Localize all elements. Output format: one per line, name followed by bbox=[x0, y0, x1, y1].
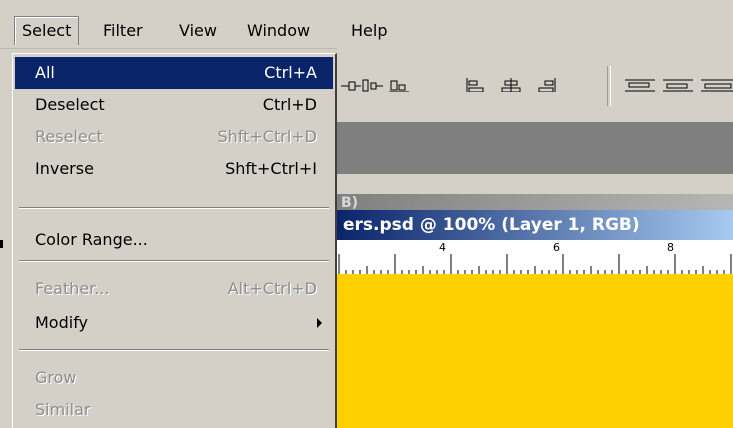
menu-item-deselect[interactable]: Deselect Ctrl+D bbox=[15, 89, 333, 121]
ruler-label-4: 4 bbox=[439, 241, 446, 254]
menu-help[interactable]: Help bbox=[344, 17, 394, 45]
menu-item-all[interactable]: All Ctrl+A bbox=[15, 57, 333, 89]
menu-item-reselect[interactable]: Reselect Shft+Ctrl+D bbox=[15, 121, 333, 153]
menu-item-label: Deselect bbox=[35, 95, 105, 114]
menu-item-color-range[interactable]: Color Range... bbox=[15, 224, 333, 256]
workspace-background bbox=[337, 122, 733, 174]
distribute-icons[interactable] bbox=[625, 78, 733, 92]
menu-item-label: Modify bbox=[35, 313, 89, 332]
menu-item-shortcut: Shft+Ctrl+D bbox=[217, 127, 317, 146]
toolbar-separator bbox=[607, 66, 611, 106]
menu-bar: Select Filter View Window Help bbox=[0, 0, 733, 49]
menu-item-feather[interactable]: Feather... Alt+Ctrl+D bbox=[15, 273, 333, 305]
menu-select[interactable]: Select bbox=[14, 16, 80, 45]
menu-item-shortcut: Shft+Ctrl+I bbox=[225, 159, 317, 178]
menu-item-inverse[interactable]: Inverse Shft+Ctrl+I bbox=[15, 153, 333, 185]
menu-item-label: Color Range... bbox=[35, 230, 148, 249]
menu-item-grow[interactable]: Grow bbox=[15, 362, 333, 394]
menu-item-label: Inverse bbox=[35, 159, 94, 178]
image-canvas[interactable] bbox=[337, 274, 733, 428]
menu-item-shortcut: Ctrl+D bbox=[262, 95, 317, 114]
align-edges-icons[interactable] bbox=[465, 78, 595, 92]
menu-separator bbox=[19, 207, 329, 209]
menu-item-label: All bbox=[35, 63, 55, 82]
menu-item-label: Grow bbox=[35, 368, 77, 387]
document-title-bar[interactable]: ers.psd @ 100% (Layer 1, RGB) bbox=[337, 210, 733, 240]
menu-item-shortcut: Alt+Ctrl+D bbox=[227, 279, 317, 298]
menu-item-modify[interactable]: Modify bbox=[15, 307, 333, 339]
select-dropdown-menu: All Ctrl+A Deselect Ctrl+D Reselect Shft… bbox=[12, 53, 337, 428]
menu-item-label: Similar bbox=[35, 400, 91, 419]
menu-separator bbox=[19, 349, 329, 351]
ruler-label-8: 8 bbox=[667, 241, 674, 254]
menu-item-label: Reselect bbox=[35, 127, 103, 146]
submenu-arrow-icon bbox=[317, 318, 322, 328]
options-toolbar bbox=[337, 48, 733, 122]
menu-filter[interactable]: Filter bbox=[96, 17, 150, 45]
horizontal-ruler[interactable]: 4 6 8 bbox=[337, 240, 733, 275]
document-window: ers.psd @ 100% (Layer 1, RGB) 4 6 8 bbox=[337, 210, 733, 428]
menu-item-shortcut: Ctrl+A bbox=[264, 63, 317, 82]
menu-separator bbox=[19, 260, 329, 262]
menu-window[interactable]: Window bbox=[240, 17, 317, 45]
window-edge-mark bbox=[0, 240, 3, 248]
menu-view[interactable]: View bbox=[172, 17, 224, 45]
inactive-document-window[interactable]: B) bbox=[337, 174, 733, 212]
ruler-label-6: 6 bbox=[553, 241, 560, 254]
align-distribute-icons[interactable] bbox=[341, 78, 413, 92]
menu-item-similar[interactable]: Similar bbox=[15, 394, 333, 426]
menu-item-label: Feather... bbox=[35, 279, 110, 298]
